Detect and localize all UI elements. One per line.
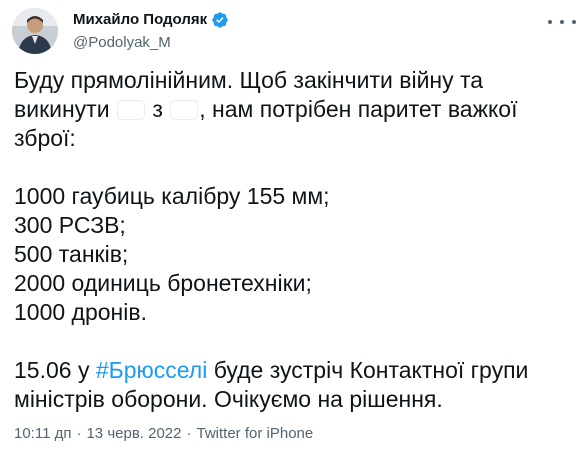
more-dot-icon bbox=[572, 20, 576, 24]
tweet-date[interactable]: 13 черв. 2022 bbox=[86, 425, 181, 442]
weapon-list-item: 2000 одиниць бронетехніки; bbox=[14, 270, 312, 296]
tweet-text-line: міністрів оборони. Очікуємо на рішення. bbox=[14, 386, 443, 412]
tweet-text-line: викинути з , нам потрібен паритет важкої bbox=[14, 95, 574, 124]
more-dot-icon bbox=[560, 20, 564, 24]
tweet-text-line: Буду прямолінійним. Щоб закінчити війну … bbox=[14, 67, 484, 93]
tweet-metadata: 10:11 дп · 13 черв. 2022 · Twitter for iPhon… bbox=[14, 424, 313, 444]
more-options-button[interactable] bbox=[548, 14, 576, 30]
hashtag-link[interactable]: #Брюсселі bbox=[96, 357, 208, 383]
author-block: Михайло Подоляк @Podolyak_M bbox=[73, 10, 528, 53]
tweet-text-fragment: буде зустріч Контактної групи bbox=[207, 357, 529, 383]
tweet-card: Михайло Подоляк @Podolyak_M Буду прямолі… bbox=[0, 0, 588, 450]
tweet-text-fragment: з bbox=[145, 96, 170, 122]
tweet-text: Буду прямолінійним. Щоб закінчити війну … bbox=[14, 66, 574, 414]
author-handle[interactable]: @Podolyak_M bbox=[73, 33, 528, 53]
weapon-list-item: 1000 гаубиць калібру 155 мм; bbox=[14, 183, 330, 209]
separator: · bbox=[76, 425, 82, 442]
tweet-text-fragment: , нам потрібен паритет важкої bbox=[199, 96, 518, 122]
avatar[interactable] bbox=[12, 8, 58, 54]
tweet-text-fragment: 15.06 у bbox=[14, 357, 96, 383]
tweet-text-line: зброї: bbox=[14, 125, 76, 151]
ukraine-flag-emoji bbox=[171, 101, 197, 119]
author-name[interactable]: Михайло Подоляк bbox=[73, 10, 207, 30]
separator: · bbox=[186, 425, 192, 442]
weapon-list-item: 300 РСЗВ; bbox=[14, 212, 126, 238]
weapon-list-item: 1000 дронів. bbox=[14, 299, 147, 325]
weapon-list-item: 500 танків; bbox=[14, 241, 129, 267]
tweet-source[interactable]: Twitter for iPhone bbox=[197, 425, 314, 442]
tweet-time[interactable]: 10:11 дп bbox=[14, 425, 71, 442]
tweet-text-line: 15.06 у #Брюсселі буде зустріч Контактно… bbox=[14, 356, 574, 385]
author-name-row: Михайло Подоляк bbox=[73, 10, 528, 30]
more-dot-icon bbox=[548, 20, 552, 24]
tweet-text-fragment: викинути bbox=[14, 96, 116, 122]
verified-badge-icon bbox=[212, 12, 228, 28]
russia-flag-emoji bbox=[118, 101, 144, 119]
avatar-image bbox=[12, 8, 58, 54]
